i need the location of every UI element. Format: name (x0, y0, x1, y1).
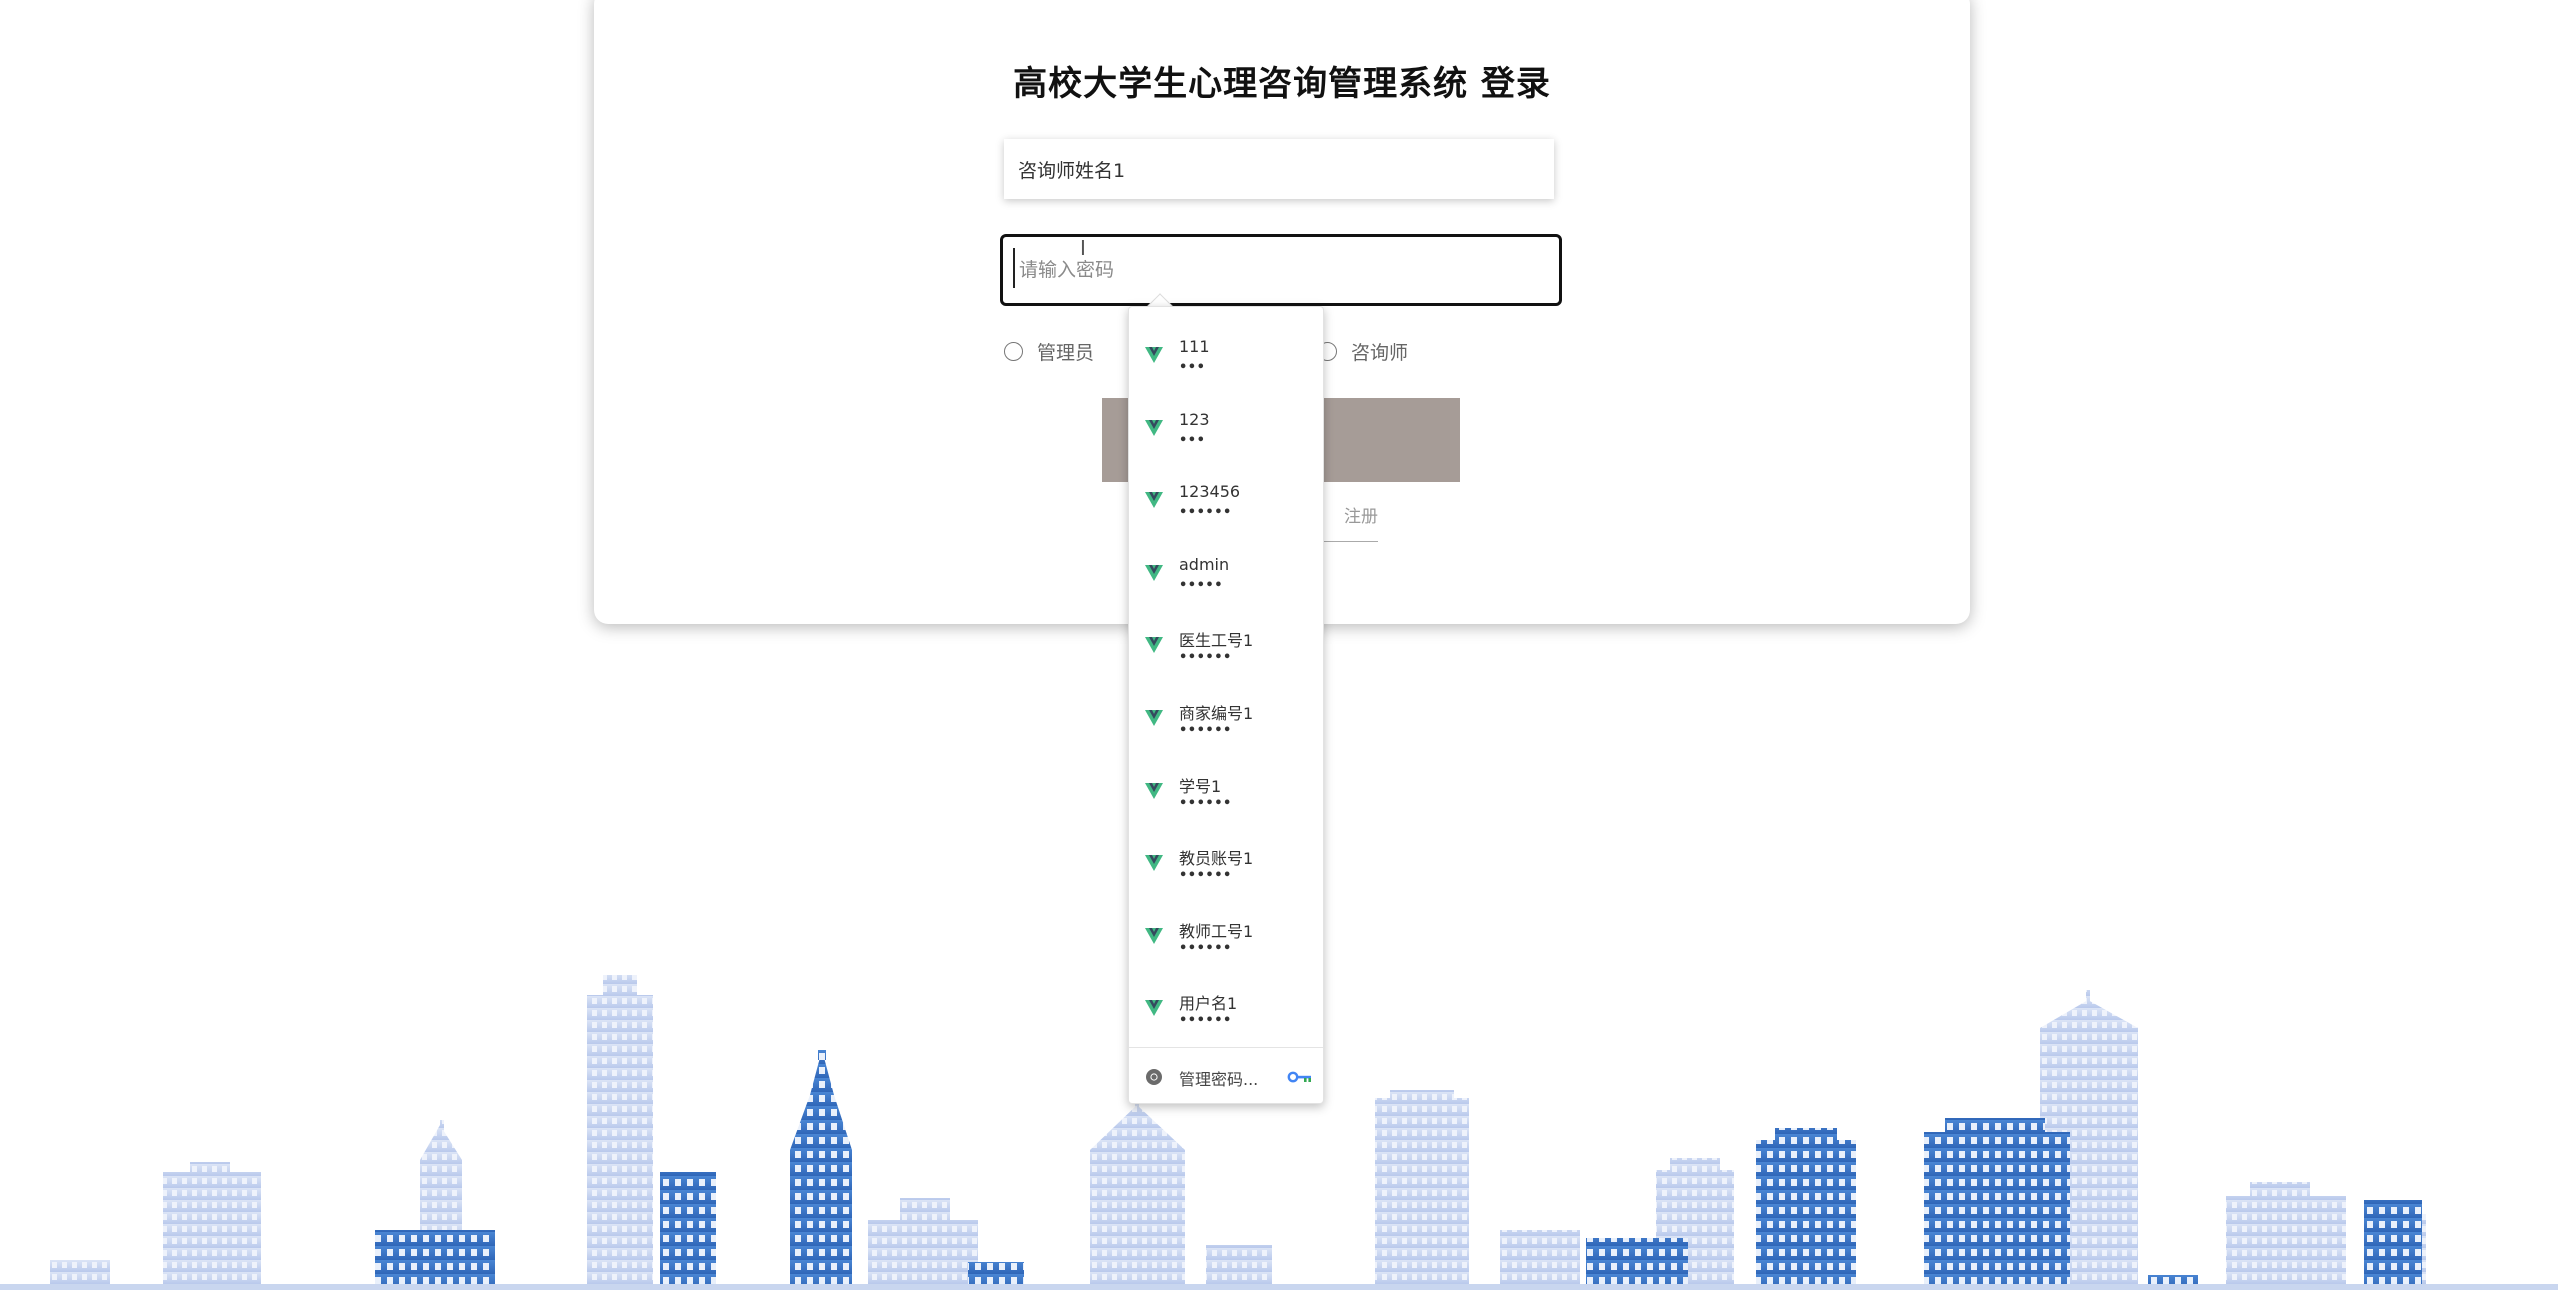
role-option-counselor[interactable]: 咨询师 (1318, 336, 1408, 366)
autofill-password-mask: •••••• (1179, 650, 1232, 666)
username-input[interactable] (1004, 139, 1554, 199)
password-autofill-dropdown: 111 ••• 123 ••• 123456 •••••• admin ••••… (1128, 306, 1324, 1104)
autofill-username: 123456 (1179, 482, 1241, 502)
autofill-password-mask: •••••• (1179, 505, 1232, 521)
key-icon (1287, 1071, 1311, 1083)
vue-logo-icon (1145, 419, 1163, 436)
chrome-icon (1146, 1069, 1162, 1085)
vue-logo-icon (1145, 347, 1163, 363)
autofill-username: 医生工号1 (1179, 631, 1254, 651)
autofill-list: 111 ••• 123 ••• 123456 •••••• admin ••••… (1129, 317, 1323, 1043)
autofill-item[interactable]: 111 ••• (1129, 317, 1323, 390)
role-option-admin[interactable]: 管理员 (1004, 336, 1094, 366)
vue-logo-icon (1145, 1000, 1163, 1017)
autofill-item[interactable]: 123456 •••••• (1129, 462, 1323, 535)
autofill-item[interactable]: 医生工号1 •••••• (1129, 607, 1323, 680)
autofill-password-mask: •••••• (1179, 795, 1232, 811)
page-title: 高校大学生心理咨询管理系统 登录 (1013, 64, 1551, 104)
autofill-item[interactable]: 用户名1 •••••• (1129, 970, 1323, 1043)
vue-logo-icon (1145, 855, 1163, 872)
autofill-item[interactable]: admin ••••• (1129, 535, 1323, 608)
role-label-admin: 管理员 (1037, 341, 1095, 364)
autofill-username: 学号1 (1179, 776, 1222, 796)
manage-passwords-item[interactable]: 管理密码... (1129, 1049, 1323, 1105)
ibeam-cursor-icon: I (1080, 236, 1086, 260)
autofill-password-mask: ••• (1179, 432, 1206, 448)
role-label-counselor: 咨询师 (1351, 341, 1409, 364)
text-cursor (1013, 248, 1015, 288)
autofill-password-mask: ••• (1179, 360, 1206, 375)
autofill-username: 123 (1179, 409, 1210, 429)
autofill-password-mask: •••••• (1179, 1013, 1232, 1029)
autofill-username: 商家编号1 (1179, 703, 1254, 723)
vue-logo-icon (1145, 564, 1163, 581)
autofill-password-mask: •••••• (1179, 940, 1232, 956)
manage-passwords-label: 管理密码... (1179, 1070, 1259, 1089)
login-page: 高校大学生心理咨询管理系统 登录 I 管理员 咨询师 注册 111 ••• 12 (0, 0, 2558, 1290)
radio-admin[interactable] (1004, 341, 1023, 361)
autofill-username: 111 (1179, 337, 1210, 356)
autofill-item[interactable]: 教员账号1 •••••• (1129, 825, 1323, 898)
vue-logo-icon (1145, 637, 1163, 654)
autofill-item[interactable]: 学号1 •••••• (1129, 753, 1323, 826)
vue-logo-icon (1145, 709, 1163, 726)
vue-logo-icon (1145, 782, 1163, 799)
vue-logo-icon (1145, 492, 1163, 509)
dropdown-divider (1129, 1047, 1323, 1048)
autofill-username: 用户名1 (1179, 994, 1238, 1014)
autofill-item[interactable]: 教师工号1 •••••• (1129, 898, 1323, 971)
autofill-password-mask: •••••• (1179, 868, 1232, 884)
autofill-item[interactable]: 商家编号1 •••••• (1129, 680, 1323, 753)
autofill-username: 教师工号1 (1179, 921, 1254, 941)
autofill-username: 教员账号1 (1179, 849, 1254, 869)
autofill-item[interactable]: 123 ••• (1129, 390, 1323, 463)
autofill-password-mask: •••••• (1179, 722, 1232, 738)
autofill-username: admin (1179, 554, 1230, 574)
vue-logo-icon (1145, 927, 1163, 944)
autofill-password-mask: ••••• (1179, 577, 1224, 593)
